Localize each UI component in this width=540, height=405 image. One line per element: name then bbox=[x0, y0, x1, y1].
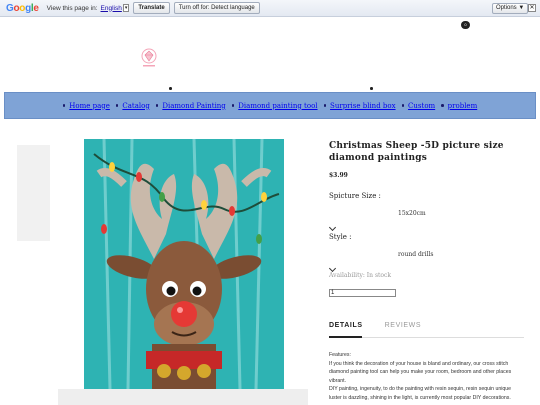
product-thumbnail[interactable] bbox=[17, 145, 50, 241]
bullet-icon bbox=[401, 104, 405, 107]
nav-item-diamond-painting-tool[interactable]: Diamond painting tool bbox=[231, 102, 318, 110]
bullet-icon bbox=[441, 104, 444, 107]
nav-link-home[interactable]: Home page bbox=[69, 102, 110, 110]
translate-prompt: View this page in: bbox=[46, 4, 98, 12]
bullet-icon bbox=[155, 104, 159, 107]
quantity-input[interactable]: 1 bbox=[329, 289, 396, 297]
main-nav: Home page Catalog Diamond Painting Diamo… bbox=[4, 92, 536, 119]
product-title: Christmas Sheep -5D picture size diamond… bbox=[329, 141, 504, 163]
chevron-down-icon[interactable]: ▾ bbox=[122, 4, 130, 12]
chevron-down-icon[interactable] bbox=[328, 223, 337, 232]
close-icon[interactable]: ✕ bbox=[528, 4, 536, 12]
size-label: Spicture Size : bbox=[329, 192, 381, 200]
nav-link-custom[interactable]: Custom bbox=[408, 102, 435, 110]
nav-item-surprise-blind-box[interactable]: Surprise blind box bbox=[323, 102, 396, 110]
nav-link-diamond-painting[interactable]: Diamond Painting bbox=[162, 102, 225, 110]
translate-bar: Google View this page in: English ▾ Trans… bbox=[0, 0, 540, 17]
nav-item-problem[interactable]: problem bbox=[441, 102, 477, 110]
style-label: Style : bbox=[329, 233, 352, 241]
product-main-image[interactable] bbox=[84, 139, 284, 389]
nav-item-custom[interactable]: Custom bbox=[401, 102, 435, 110]
style-option[interactable]: round drills bbox=[398, 251, 434, 258]
translate-button[interactable]: Translate bbox=[133, 2, 170, 14]
nav-link-diamond-painting-tool[interactable]: Diamond painting tool bbox=[238, 102, 317, 110]
google-logo: Google bbox=[6, 2, 39, 14]
active-tab-underline bbox=[329, 336, 362, 338]
nav-item-catalog[interactable]: Catalog bbox=[115, 102, 150, 110]
nav-divider-dot bbox=[169, 87, 172, 90]
turn-off-button[interactable]: Turn off for: Detect language bbox=[173, 2, 260, 14]
tab-reviews[interactable]: REVIEWS bbox=[385, 322, 421, 329]
product-tabs: DETAILS REVIEWS bbox=[329, 322, 421, 329]
nav-link-problem[interactable]: problem bbox=[448, 102, 478, 110]
image-footer-strip bbox=[58, 389, 308, 405]
nav-divider-dot bbox=[370, 87, 373, 90]
bullet-icon bbox=[62, 104, 66, 107]
nav-item-home[interactable]: Home page bbox=[62, 102, 110, 110]
bullet-icon bbox=[323, 104, 327, 107]
availability-status: Availability: In stock bbox=[329, 272, 392, 279]
nav-link-surprise-blind-box[interactable]: Surprise blind box bbox=[330, 102, 396, 110]
language-select[interactable]: English bbox=[101, 5, 122, 12]
shop-logo[interactable] bbox=[136, 45, 162, 71]
bullet-icon bbox=[231, 104, 235, 107]
nav-item-diamond-painting[interactable]: Diamond Painting bbox=[155, 102, 226, 110]
description-paragraph: DIY painting, ingenuity, to do the paint… bbox=[329, 386, 512, 401]
options-button[interactable]: Options ▼ bbox=[492, 3, 529, 14]
nav-link-catalog[interactable]: Catalog bbox=[122, 102, 149, 110]
description-paragraph: If you think the decoration of your hous… bbox=[329, 360, 512, 384]
tab-details[interactable]: DETAILS bbox=[329, 322, 363, 329]
product-info: Christmas Sheep -5D picture size diamond… bbox=[329, 140, 529, 164]
size-option[interactable]: 15x20cm bbox=[398, 210, 426, 217]
description-heading: Features: bbox=[329, 352, 351, 358]
bullet-icon bbox=[115, 104, 119, 107]
product-price: $3.99 bbox=[329, 172, 348, 179]
reindeer-painting bbox=[84, 139, 284, 389]
cart-count-badge[interactable]: 0 bbox=[461, 21, 470, 29]
chevron-down-icon[interactable] bbox=[328, 264, 337, 273]
product-description: Features: If you think the decoration of… bbox=[329, 351, 525, 402]
